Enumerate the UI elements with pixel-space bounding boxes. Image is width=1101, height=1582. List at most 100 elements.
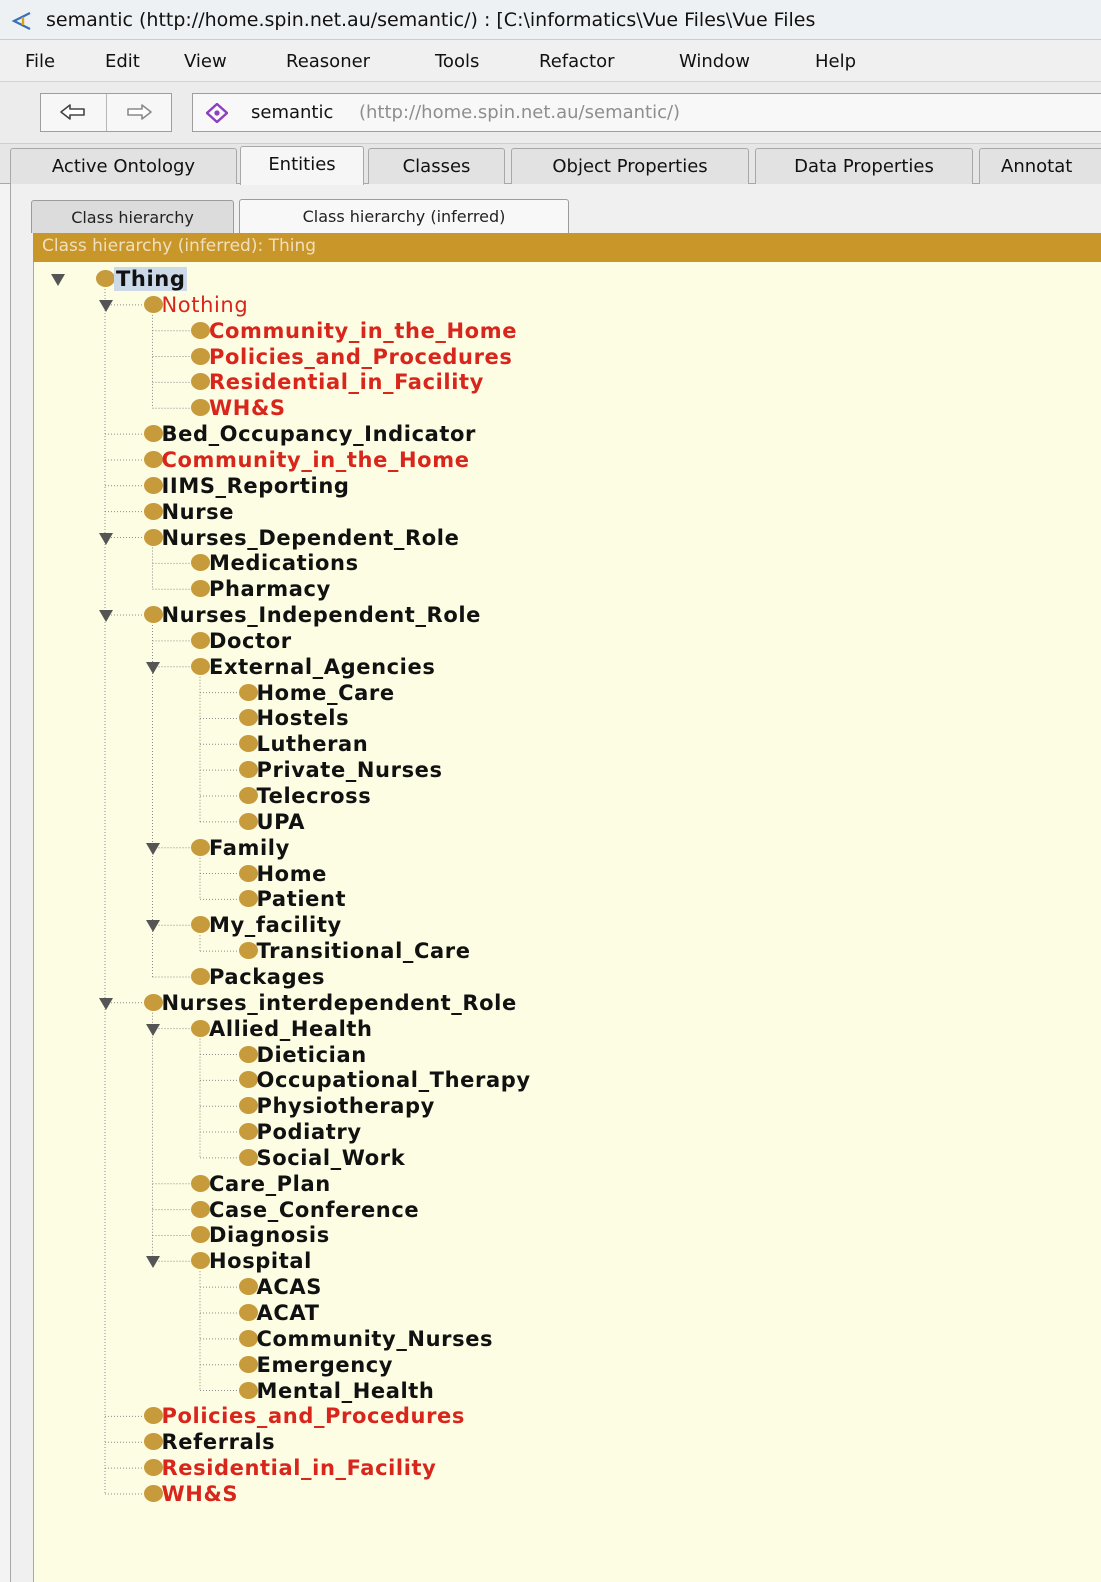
class-name: Bed_Occupancy_Indicator bbox=[161, 422, 477, 447]
navigation-buttons bbox=[40, 93, 172, 132]
class-bullet-icon bbox=[238, 735, 258, 753]
class-bullet-icon bbox=[143, 606, 163, 624]
tree-expand-toggle[interactable] bbox=[144, 918, 162, 934]
class-bullet-icon bbox=[191, 967, 210, 985]
collapse-triangle-icon bbox=[146, 842, 160, 855]
class-name: Nurses_interdependent_Role bbox=[161, 990, 517, 1015]
class-name: IIMS_Reporting bbox=[161, 473, 350, 498]
class-name: Physiotherapy bbox=[256, 1094, 435, 1119]
class-bullet-icon bbox=[143, 476, 163, 494]
tree-expand-toggle[interactable] bbox=[144, 1022, 162, 1038]
class-name: Community_Nurses bbox=[256, 1326, 494, 1351]
tree-expand-toggle[interactable] bbox=[144, 841, 162, 857]
collapse-triangle-icon bbox=[146, 920, 160, 933]
class-bullet-icon bbox=[238, 1278, 258, 1296]
class-bullet-icon bbox=[191, 347, 210, 365]
back-button[interactable] bbox=[41, 94, 107, 131]
tab-object-properties[interactable]: Object Properties bbox=[511, 148, 749, 184]
class-name: Home_Care bbox=[256, 680, 395, 705]
tree-expand-toggle[interactable] bbox=[144, 660, 162, 676]
tab-classes[interactable]: Classes bbox=[368, 148, 505, 184]
tab-entities[interactable]: Entities bbox=[240, 146, 364, 185]
class-name: Lutheran bbox=[256, 732, 369, 757]
tree-expand-toggle[interactable] bbox=[97, 298, 115, 314]
menu-window[interactable]: Window bbox=[679, 51, 750, 72]
menu-file[interactable]: File bbox=[25, 51, 55, 72]
tab-active-ontology[interactable]: Active Ontology bbox=[10, 148, 237, 184]
class-name: Nurses_Independent_Role bbox=[161, 603, 481, 628]
tree-expand-toggle[interactable] bbox=[97, 531, 115, 547]
tab-annotation-properties[interactable]: Annotat bbox=[979, 148, 1101, 184]
view-header-bar: Class hierarchy (inferred): Thing bbox=[33, 233, 1101, 262]
class-name: Podiatry bbox=[256, 1120, 362, 1145]
class-bullet-icon bbox=[238, 1123, 258, 1141]
class-bullet-icon bbox=[143, 993, 163, 1011]
entities-panel: Class hierarchy Class hierarchy (inferre… bbox=[10, 184, 1101, 1582]
window-title: semantic (http://home.spin.net.au/semant… bbox=[46, 9, 816, 31]
menu-refactor[interactable]: Refactor bbox=[539, 51, 615, 72]
collapse-triangle-icon bbox=[51, 274, 65, 286]
tree-expand-toggle[interactable] bbox=[144, 1254, 162, 1270]
class-name: Allied_Health bbox=[209, 1016, 373, 1041]
class-bullet-icon bbox=[238, 864, 258, 882]
workspace-tabs: Active Ontology Entities Classes Object … bbox=[0, 144, 1101, 185]
subtab-class-hierarchy-inferred[interactable]: Class hierarchy (inferred) bbox=[239, 199, 569, 234]
class-name: External_Agencies bbox=[209, 654, 436, 679]
menu-tools[interactable]: Tools bbox=[435, 51, 479, 72]
class-name: Nurse bbox=[161, 499, 235, 524]
class-name: Social_Work bbox=[256, 1145, 406, 1170]
tab-data-properties[interactable]: Data Properties bbox=[755, 148, 973, 184]
class-bullet-icon bbox=[238, 1381, 258, 1399]
class-bullet-icon bbox=[143, 295, 163, 313]
class-bullet-icon bbox=[238, 1097, 258, 1115]
class-bullet-icon bbox=[143, 1433, 163, 1451]
class-bullet-icon bbox=[238, 709, 258, 727]
class-bullet-icon bbox=[191, 1174, 210, 1192]
class-bullet-icon bbox=[191, 1200, 210, 1218]
menu-reasoner[interactable]: Reasoner bbox=[286, 51, 370, 72]
tree-expand-toggle[interactable] bbox=[97, 608, 115, 624]
class-name: Diagnosis bbox=[209, 1223, 330, 1248]
collapse-triangle-icon bbox=[98, 997, 113, 1010]
forward-button[interactable] bbox=[107, 94, 172, 131]
class-name: Mental_Health bbox=[256, 1378, 435, 1403]
class-bullet-icon bbox=[238, 683, 258, 701]
class-name: Nothing bbox=[161, 292, 249, 317]
class-name: Medications bbox=[209, 551, 359, 576]
class-bullet-icon bbox=[143, 502, 163, 520]
class-bullet-icon bbox=[191, 321, 210, 339]
protege-app-icon bbox=[11, 12, 31, 30]
class-name: Thing bbox=[114, 267, 188, 291]
tree-expand-toggle[interactable] bbox=[97, 996, 115, 1012]
class-name: Hospital bbox=[209, 1249, 312, 1274]
menu-view[interactable]: View bbox=[184, 51, 227, 72]
collapse-triangle-icon bbox=[146, 661, 160, 674]
class-name: Patient bbox=[256, 887, 347, 912]
class-bullet-icon bbox=[143, 1459, 163, 1477]
collapse-triangle-icon bbox=[98, 610, 113, 623]
class-name: Doctor bbox=[209, 628, 292, 653]
class-name: ACAT bbox=[256, 1301, 320, 1325]
class-name: Policies_and_Procedures bbox=[161, 1404, 466, 1429]
class-bullet-icon bbox=[143, 1407, 163, 1425]
forward-arrow-icon bbox=[127, 104, 152, 120]
class-name: Residential_in_Facility bbox=[209, 370, 484, 395]
class-bullet-icon bbox=[191, 1019, 210, 1037]
class-hierarchy-tree[interactable]: Thing Nothing Community_in_the_Home Policie… bbox=[33, 262, 1101, 1582]
active-ontology-selector[interactable]: semantic (http://home.spin.net.au/semant… bbox=[192, 93, 1101, 132]
collapse-triangle-icon bbox=[98, 299, 113, 312]
class-name: Residential_in_Facility bbox=[161, 1456, 437, 1481]
class-bullet-icon bbox=[238, 1329, 258, 1347]
class-name: Nurses_Dependent_Role bbox=[161, 525, 460, 550]
menu-help[interactable]: Help bbox=[815, 51, 856, 72]
class-bullet-icon bbox=[96, 270, 115, 287]
subtab-class-hierarchy[interactable]: Class hierarchy bbox=[31, 200, 234, 233]
class-bullet-icon bbox=[238, 1304, 258, 1321]
tree-expand-toggle[interactable] bbox=[49, 272, 67, 288]
class-name: Community_in_the_Home bbox=[161, 447, 470, 472]
class-name: Pharmacy bbox=[209, 577, 331, 602]
class-name: My_facility bbox=[209, 913, 342, 938]
class-bullet-icon bbox=[238, 1355, 258, 1373]
menu-edit[interactable]: Edit bbox=[105, 51, 140, 72]
class-name: Care_Plan bbox=[209, 1171, 331, 1196]
